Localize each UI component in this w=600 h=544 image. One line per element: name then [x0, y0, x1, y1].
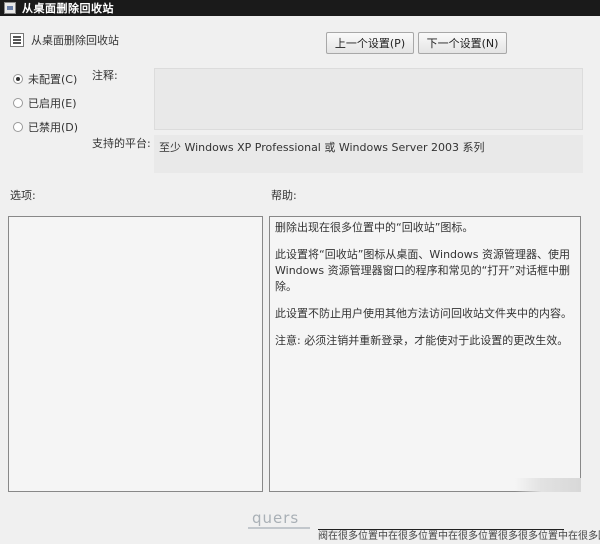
- watermark-logo: quers: [252, 509, 300, 527]
- help-paragraph: 删除出现在很多位置中的“回收站”图标。: [275, 221, 474, 234]
- watermark-corner-graphic: [515, 478, 581, 492]
- options-label: 选项:: [10, 189, 36, 202]
- window-title: 从桌面删除回收站: [22, 2, 114, 15]
- radio-circle-icon[interactable]: [13, 98, 23, 108]
- comment-label: 注释:: [92, 69, 118, 82]
- comment-field[interactable]: [154, 68, 583, 130]
- radio-circle-icon[interactable]: [13, 74, 23, 84]
- options-pane: [8, 216, 263, 492]
- radio-disabled[interactable]: 已禁用(D): [13, 119, 78, 135]
- policy-name: 从桌面删除回收站: [31, 34, 119, 47]
- supported-on-value: 至少 Windows XP Professional 或 Windows Ser…: [154, 135, 583, 173]
- watermark-strip: 阀在很多位置中在很多位置中在很多位置很多很多位置中在很多回收站: [318, 531, 600, 542]
- help-label: 帮助:: [271, 189, 297, 202]
- radio-circle-icon[interactable]: [13, 122, 23, 132]
- policy-header: 从桌面删除回收站: [10, 32, 119, 48]
- help-paragraph: 此设置不防止用户使用其他方法访问回收站文件夹中的内容。: [275, 307, 572, 320]
- help-pane: 删除出现在很多位置中的“回收站”图标。 此设置将“回收站”图标从桌面、Windo…: [269, 216, 581, 492]
- help-paragraph: 注意: 必须注销并重新登录，才能使对于此设置的更改生效。: [275, 334, 569, 347]
- radio-label: 未配置(C): [28, 73, 78, 86]
- radio-enabled[interactable]: 已启用(E): [13, 95, 77, 111]
- radio-not-configured[interactable]: 未配置(C): [13, 71, 77, 87]
- watermark-underline: [248, 527, 310, 529]
- supported-on-label: 支持的平台:: [92, 137, 151, 150]
- radio-label: 已启用(E): [28, 97, 77, 110]
- policy-setting-icon: [10, 33, 24, 47]
- previous-setting-button[interactable]: 上一个设置(P): [326, 32, 414, 54]
- next-setting-button[interactable]: 下一个设置(N): [418, 32, 507, 54]
- help-paragraph: 此设置将“回收站”图标从桌面、Windows 资源管理器、使用 Windows …: [275, 248, 570, 293]
- policy-window-icon: [4, 2, 16, 14]
- title-bar: 从桌面删除回收站: [0, 0, 600, 16]
- radio-label: 已禁用(D): [28, 121, 79, 134]
